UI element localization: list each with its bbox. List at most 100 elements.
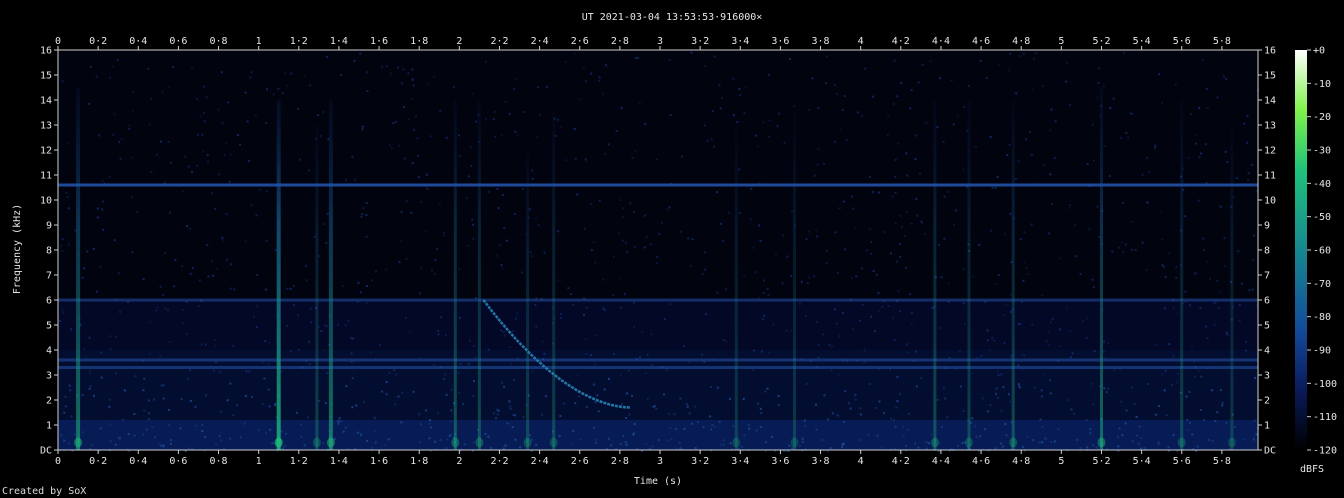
noise-dot	[160, 444, 163, 447]
noise-dot	[400, 240, 403, 242]
noise-dot	[472, 92, 475, 95]
noise-dot	[663, 393, 665, 396]
noise-dot	[113, 113, 116, 116]
noise-dot	[750, 187, 753, 190]
noise-dot	[1175, 381, 1178, 384]
noise-dot	[1148, 170, 1151, 173]
noise-dot	[1049, 392, 1052, 395]
noise-dot	[400, 421, 403, 424]
noise-dot	[385, 393, 388, 396]
noise-dot	[1130, 220, 1133, 223]
credit-text: Created by SoX	[2, 486, 87, 497]
noise-dot	[1121, 434, 1124, 437]
noise-dot	[946, 416, 949, 419]
noise-dot	[557, 230, 560, 233]
noise-dot	[703, 251, 706, 254]
noise-dot	[154, 436, 156, 439]
noise-dot	[601, 92, 604, 95]
noise-dot	[894, 158, 897, 161]
y-tick-label: DC	[40, 446, 52, 457]
noise-dot	[218, 434, 221, 437]
noise-dot	[88, 102, 91, 105]
noise-dot	[439, 439, 442, 441]
noise-dot	[585, 306, 588, 309]
noise-dot	[897, 290, 900, 293]
noise-dot	[322, 223, 325, 226]
noise-dot	[854, 227, 857, 230]
noise-dot	[68, 384, 71, 387]
noise-dot	[880, 446, 883, 449]
noise-dot	[1066, 61, 1069, 64]
noise-dot	[265, 288, 268, 291]
noise-dot	[266, 190, 268, 193]
noise-dot	[220, 71, 223, 74]
noise-dot	[613, 353, 616, 355]
x-tick-label: 0·6	[169, 456, 187, 467]
noise-dot	[1049, 379, 1052, 382]
noise-dot	[719, 107, 722, 110]
noise-dot	[133, 434, 136, 437]
noise-dot	[487, 435, 490, 438]
noise-dot	[762, 314, 765, 317]
noise-dot	[869, 176, 871, 178]
noise-dot	[211, 260, 213, 263]
noise-dot	[142, 278, 145, 280]
noise-dot	[830, 369, 833, 372]
plot-area	[57, 49, 1260, 452]
noise-dot	[1176, 312, 1179, 315]
noise-dot	[709, 415, 712, 418]
sferic-base	[1097, 437, 1106, 448]
noise-dot	[590, 72, 593, 75]
noise-dot	[989, 404, 992, 407]
y-tick-label: 10	[40, 196, 52, 207]
noise-dot	[303, 74, 306, 77]
noise-dot	[893, 59, 896, 62]
noise-dot	[1042, 373, 1045, 376]
noise-dot	[1041, 425, 1044, 428]
noise-dot	[714, 425, 716, 428]
sferic-burst	[1011, 100, 1015, 450]
y-tick-label: 6	[46, 296, 52, 307]
chart-title: UT 2021-03-04 13:53:53·916000×	[582, 12, 763, 23]
noise-dot	[559, 316, 562, 319]
noise-dot	[1110, 249, 1113, 252]
noise-dot	[226, 399, 229, 402]
noise-dot	[310, 307, 312, 310]
noise-dot	[941, 426, 943, 428]
x-tick-label: 3·8	[812, 36, 830, 47]
noise-dot	[1255, 433, 1258, 436]
noise-dot	[1172, 307, 1175, 310]
noise-dot	[743, 434, 746, 437]
noise-dot	[98, 134, 101, 137]
noise-dot	[353, 369, 356, 372]
noise-dot	[877, 191, 880, 194]
noise-dot	[893, 447, 896, 450]
noise-dot	[99, 427, 102, 430]
colorbar-label: dBFS	[1300, 464, 1324, 475]
noise-dot	[355, 404, 358, 407]
noise-dot	[1049, 129, 1052, 132]
noise-dot	[984, 428, 986, 431]
noise-dot	[1005, 303, 1008, 306]
noise-dot	[203, 111, 205, 114]
noise-dot	[855, 275, 858, 278]
noise-dot	[325, 241, 328, 244]
noise-dot	[894, 191, 897, 194]
noise-dot	[771, 435, 774, 438]
noise-dot	[768, 119, 771, 122]
noise-dot	[645, 443, 648, 446]
noise-dot	[155, 309, 157, 312]
noise-dot	[868, 383, 871, 385]
noise-dot	[448, 434, 451, 437]
noise-dot	[978, 243, 981, 246]
noise-dot	[727, 211, 730, 214]
noise-dot	[442, 234, 445, 237]
noise-dot	[494, 110, 496, 113]
noise-dot	[490, 446, 493, 449]
noise-dot	[856, 111, 859, 114]
x-tick-label: 2·2	[490, 36, 508, 47]
noise-dot	[1051, 318, 1054, 321]
noise-dot	[1207, 438, 1210, 441]
noise-dot	[1076, 438, 1079, 441]
noise-dot	[403, 106, 405, 109]
